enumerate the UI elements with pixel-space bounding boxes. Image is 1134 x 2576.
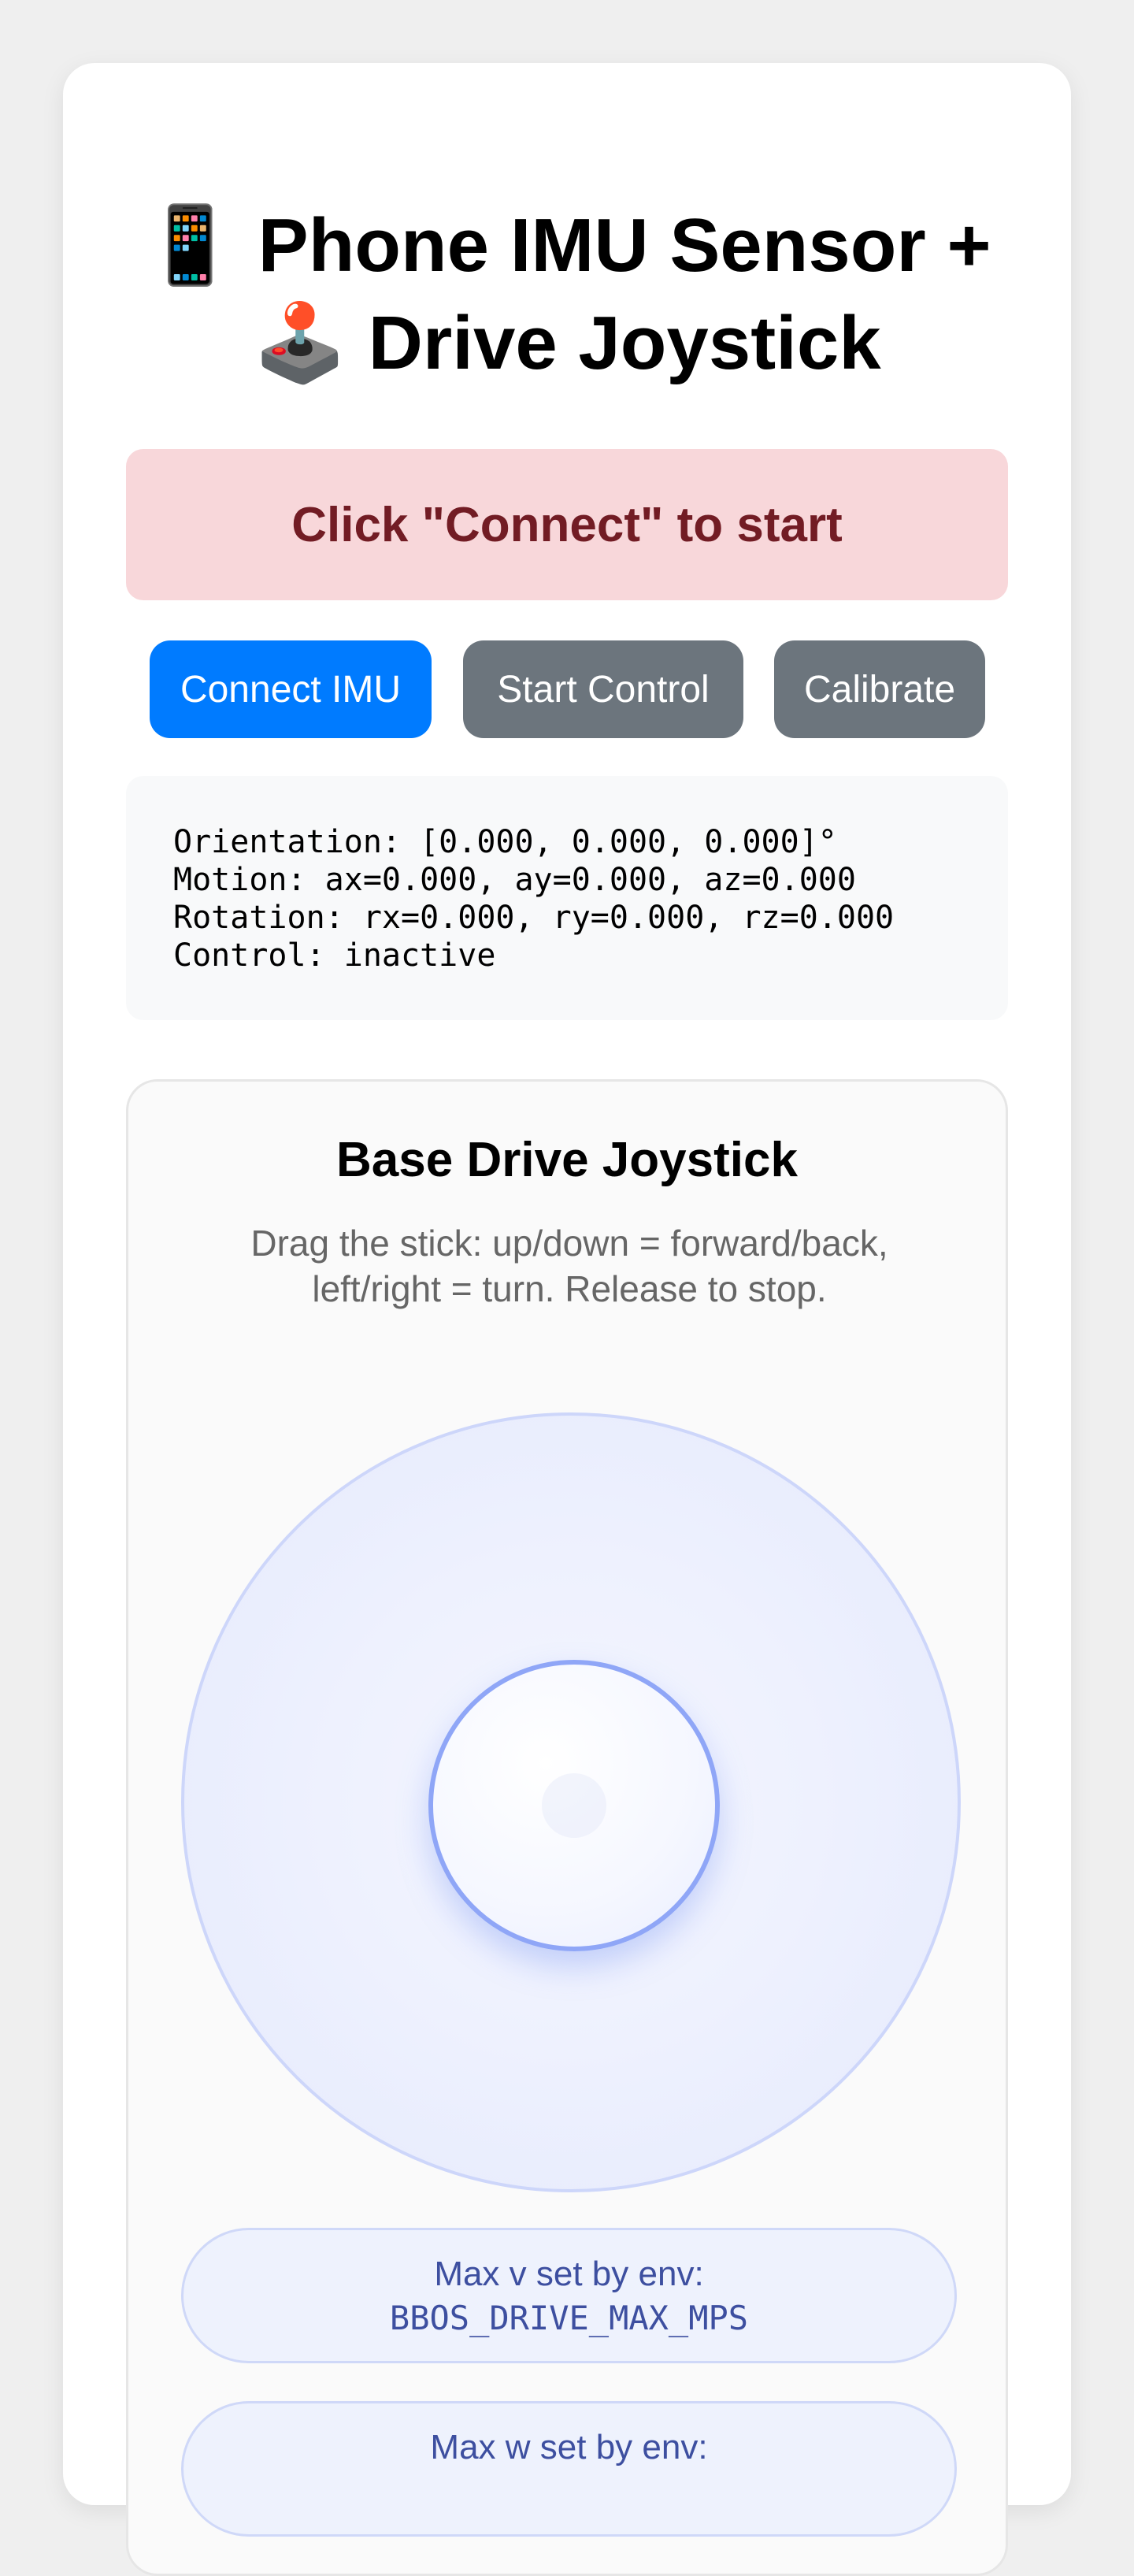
- max-v-label: Max v set by env:: [434, 2255, 704, 2293]
- max-v-env: BBOS_DRIVE_MAX_MPS: [389, 2299, 749, 2337]
- joystick-title: Base Drive Joystick: [336, 1133, 798, 1187]
- joystick-panel: Base Drive Joystick Drag the stick: up/d…: [126, 1079, 1008, 2576]
- sensor-readout: Orientation: [0.000, 0.000, 0.000]° Moti…: [126, 776, 1008, 1020]
- orientation-readout: Orientation: [0.000, 0.000, 0.000]°: [173, 824, 837, 860]
- page-title-line-2: 🕹️ Drive Joystick: [253, 301, 881, 385]
- max-w-label: Max w set by env:: [430, 2428, 708, 2467]
- joystick-center-dot: [542, 1773, 606, 1838]
- control-buttons: Connect IMU Start Control Calibrate: [63, 640, 1071, 738]
- joystick-knob[interactable]: [428, 1660, 720, 1951]
- status-banner: Click "Connect" to start: [126, 449, 1008, 600]
- control-state-readout: Control: inactive: [173, 937, 496, 974]
- start-control-button[interactable]: Start Control: [463, 640, 743, 738]
- main-card: 📱 Phone IMU Sensor + 🕹️ Drive Joystick C…: [63, 63, 1071, 2576]
- max-w-info: Max w set by env:: [181, 2401, 957, 2537]
- joystick-base[interactable]: [181, 1412, 961, 2192]
- calibrate-button[interactable]: Calibrate: [774, 640, 985, 738]
- page-title-line-1: 📱 Phone IMU Sensor +: [143, 203, 991, 288]
- max-v-info: Max v set by env: BBOS_DRIVE_MAX_MPS: [181, 2228, 957, 2363]
- motion-readout: Motion: ax=0.000, ay=0.000, az=0.000: [173, 862, 856, 898]
- status-message: Click "Connect" to start: [291, 497, 843, 552]
- connect-imu-button[interactable]: Connect IMU: [150, 640, 432, 738]
- page-title: 📱 Phone IMU Sensor + 🕹️ Drive Joystick: [63, 197, 1071, 392]
- rotation-readout: Rotation: rx=0.000, ry=0.000, rz=0.000: [173, 900, 895, 936]
- joystick-description: Drag the stick: up/down = forward/back, …: [250, 1223, 888, 1309]
